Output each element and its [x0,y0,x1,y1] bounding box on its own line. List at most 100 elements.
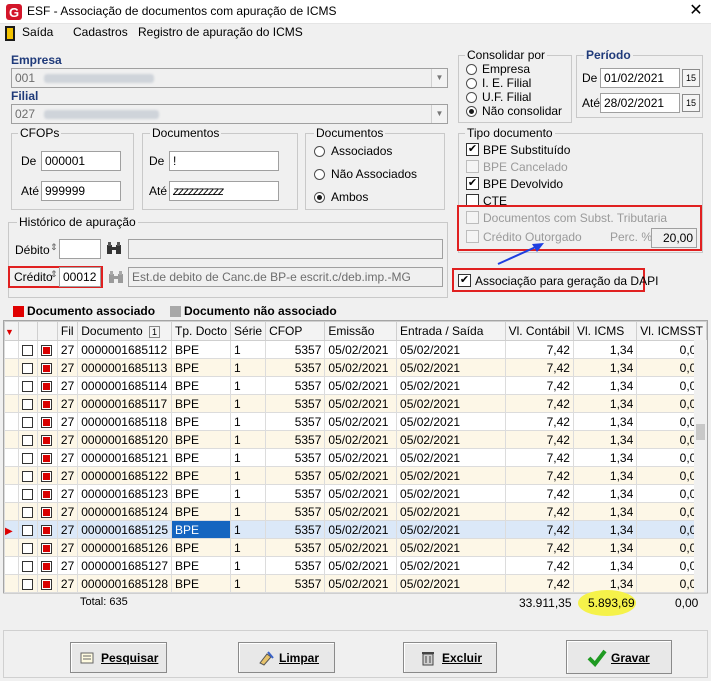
row-indicator: ▶ [4,520,19,539]
exit-door-icon[interactable] [5,26,17,41]
cell-documento: 0000001685122 [77,466,173,485]
cfops-label: CFOPs [18,126,62,140]
radio-uf-filial[interactable] [466,92,477,103]
close-icon[interactable]: ✕ [684,1,708,21]
row-checkbox[interactable] [17,556,39,575]
credito-input[interactable]: 00012 [59,267,101,287]
table-row[interactable]: 27 0000001685112 BPE 1 5357 05/02/2021 05/02/2… [4,340,707,359]
cfops-de-input[interactable]: 000001 [41,151,121,171]
row-checkbox[interactable] [17,538,39,557]
radio-empresa[interactable] [466,64,477,75]
pesquisar-button[interactable]: Pesquisar [70,642,167,673]
row-checkbox[interactable] [17,340,39,359]
periodo-de-input[interactable]: 01/02/2021 [600,68,680,88]
binoculars-icon[interactable] [106,241,122,256]
grid-vertical-scrollbar[interactable] [694,340,707,592]
radio-nao-associados[interactable] [314,169,325,180]
row-checkbox[interactable] [17,574,39,593]
row-checkbox-box[interactable] [21,560,33,572]
col-tp-docto-header[interactable]: Tp. Docto [171,321,232,341]
periodo-ate-input[interactable]: 28/02/2021 [600,93,680,113]
empresa-combo[interactable]: 001 [11,68,448,88]
row-checkbox-box[interactable] [21,578,33,590]
table-row[interactable]: 27 0000001685126 BPE 1 5357 05/02/2021 05/02/2… [4,538,707,557]
col-cfop-header[interactable]: CFOP [265,321,326,341]
scrollbar-thumb[interactable] [696,424,705,440]
table-row[interactable]: 27 0000001685120 BPE 1 5357 05/02/2021 05/02/2… [4,430,707,449]
table-row[interactable]: 27 0000001685114 BPE 1 5357 05/02/2021 05/02/2… [4,376,707,395]
table-row[interactable]: 27 0000001685122 BPE 1 5357 05/02/2021 05/02/2… [4,466,707,485]
col-serie-header[interactable]: Série [230,321,267,341]
chk-bpe-cancelado[interactable] [466,160,479,173]
chk-credito-outorgado[interactable] [466,230,479,243]
menu-cadastros[interactable]: Cadastros [73,25,128,39]
chk-dapi[interactable]: ✔ [458,274,471,287]
row-checkbox-box[interactable] [21,398,33,410]
table-row[interactable]: 27 0000001685124 BPE 1 5357 05/02/2021 05/02/2… [4,502,707,521]
row-checkbox-box[interactable] [21,452,33,464]
debito-lookup-icon: ⇕ [50,242,58,252]
chk-subst-tributaria[interactable] [466,211,479,224]
row-checkbox-box[interactable] [21,488,33,500]
col-entrada-saida-header[interactable]: Entrada / Saída [396,321,506,341]
table-row[interactable]: 27 0000001685117 BPE 1 5357 05/02/2021 05/02/2… [4,394,707,413]
debito-input[interactable] [59,239,101,259]
row-checkbox[interactable] [17,484,39,503]
associated-marker-icon [41,524,53,536]
row-checkbox-box[interactable] [21,362,33,374]
row-checkbox-box[interactable] [21,542,33,554]
radio-ambos[interactable] [314,192,325,203]
row-checkbox[interactable] [17,430,39,449]
cfops-ate-input[interactable]: 999999 [41,181,121,201]
row-checkbox[interactable] [17,448,39,467]
calendar-icon[interactable]: 15 [682,69,700,87]
excluir-button[interactable]: Excluir [403,642,497,673]
row-checkbox[interactable] [17,412,39,431]
row-checkbox[interactable] [17,376,39,395]
filial-chevron-down-icon[interactable]: ▼ [431,105,447,123]
row-checkbox[interactable] [17,502,39,521]
gravar-button[interactable]: Gravar [566,640,672,674]
row-checkbox-box[interactable] [21,506,33,518]
documents-grid[interactable]: ▼ Fil Documento 1 Tp. Docto Série CFOP E… [3,320,708,612]
cell-cfop: 5357 [265,520,326,539]
col-vl-icms-header[interactable]: Vl. ICMS [572,321,638,341]
row-checkbox[interactable] [17,466,39,485]
calendar-icon[interactable]: 15 [682,94,700,112]
row-checkbox-box[interactable] [21,380,33,392]
row-checkbox-box[interactable] [21,416,33,428]
chk-bpe-substituido[interactable]: ✔ [466,143,479,156]
menu-registro-apuracao[interactable]: Registro de apuração do ICMS [138,25,303,39]
row-checkbox[interactable] [17,394,39,413]
radio-ie-filial-label: I. E. Filial [482,76,532,90]
radio-ie-filial[interactable] [466,78,477,89]
row-checkbox-box[interactable] [21,470,33,482]
menu-saida[interactable]: Saída [22,25,53,39]
documentos-de-input[interactable]: ! [169,151,279,171]
limpar-button[interactable]: Limpar [238,642,335,673]
col-vl-icmsst-header[interactable]: Vl. ICMSST [636,321,707,341]
row-checkbox-box[interactable] [21,434,33,446]
binoculars-icon[interactable] [108,270,124,285]
perc-input[interactable]: 20,00 [651,228,697,248]
radio-nao-consolidar[interactable] [466,106,477,117]
table-row[interactable]: ▶ 27 0000001685125 BPE 1 5357 05/02/2021 05/02/… [4,520,707,539]
row-checkbox[interactable] [17,358,39,377]
col-fil-header[interactable]: Fil [56,321,79,341]
table-row[interactable]: 27 0000001685121 BPE 1 5357 05/02/2021 05/02/2… [4,448,707,467]
radio-associados[interactable] [314,146,325,157]
table-row[interactable]: 27 0000001685118 BPE 1 5357 05/02/2021 05/02/2… [4,412,707,431]
empresa-chevron-down-icon[interactable]: ▼ [431,69,447,87]
table-row[interactable]: 27 0000001685113 BPE 1 5357 05/02/2021 05/02/2… [4,358,707,377]
col-documento-header[interactable]: Documento 1 [77,321,173,341]
documentos-ate-input[interactable]: zzzzzzzzzz [169,181,279,201]
row-checkbox-box[interactable] [21,524,33,536]
col-vl-contabil-header[interactable]: Vl. Contábil [504,321,574,341]
table-row[interactable]: 27 0000001685127 BPE 1 5357 05/02/2021 05/02/2… [4,556,707,575]
filial-combo[interactable]: 027 [11,104,448,124]
chk-bpe-devolvido[interactable]: ✔ [466,177,479,190]
table-row[interactable]: 27 0000001685123 BPE 1 5357 05/02/2021 05/02/2… [4,484,707,503]
col-emissao-header[interactable]: Emissão [324,321,398,341]
row-checkbox-box[interactable] [21,344,33,356]
row-checkbox[interactable] [17,520,39,539]
